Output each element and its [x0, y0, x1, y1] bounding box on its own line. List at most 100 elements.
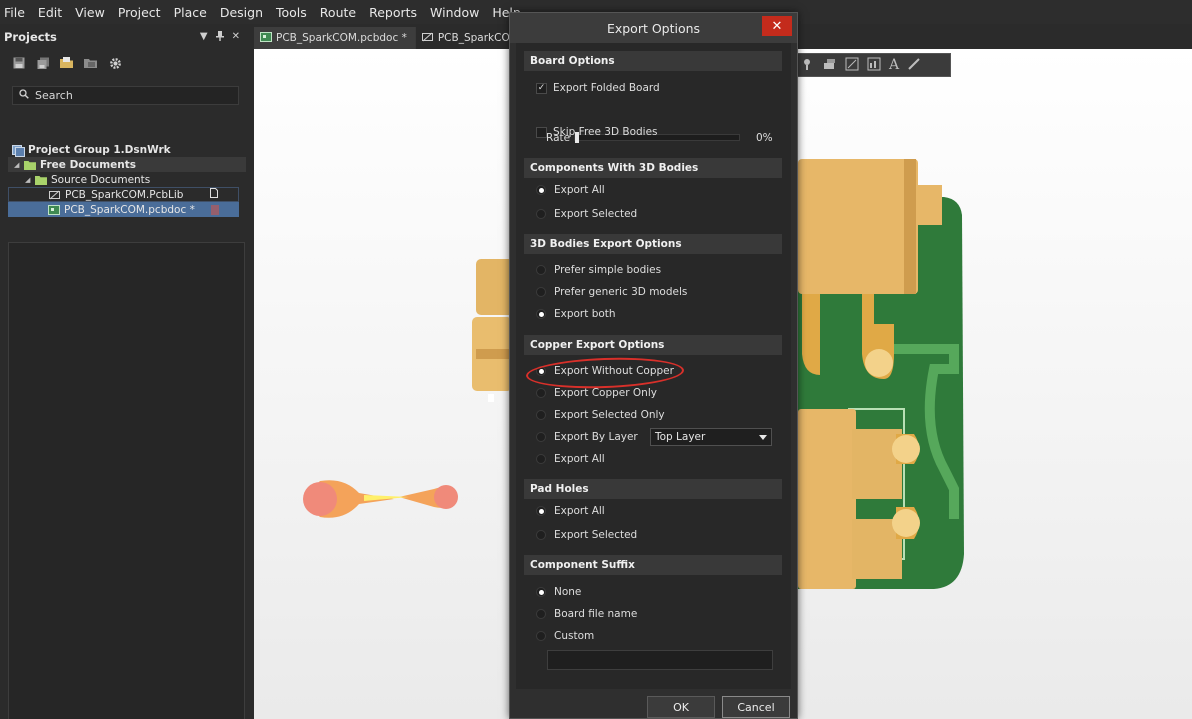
project-tree: Project Group 1.DsnWrk ◢ Free Documents …: [8, 142, 246, 217]
radio-unselected-icon: [536, 265, 546, 275]
radio-unselected-icon: [536, 432, 546, 442]
ok-button[interactable]: OK: [647, 696, 715, 718]
export-selected-only-radio[interactable]: Export Selected Only: [536, 408, 665, 422]
radio-selected-icon: [536, 185, 546, 195]
components-export-selected-radio[interactable]: Export Selected: [536, 207, 637, 221]
left-component: [472, 259, 514, 402]
export-both-radio[interactable]: Export both: [536, 307, 616, 321]
radio-unselected-icon: [536, 287, 546, 297]
rate-value: 0%: [756, 132, 773, 144]
free-documents-label: Free Documents: [40, 158, 137, 171]
pcb-document-icon: [48, 204, 60, 215]
source-documents-label: Source Documents: [51, 173, 151, 186]
suffix-custom-label: Custom: [554, 630, 595, 642]
radio-selected-icon: [536, 309, 546, 319]
components-export-all-label: Export All: [554, 184, 605, 196]
tree-item-free-documents[interactable]: ◢ Free Documents: [8, 157, 246, 172]
pcbdoc-label: PCB_SparkCOM.pcbdoc *: [64, 203, 195, 216]
export-both-label: Export both: [554, 308, 616, 320]
tree-item-pcbdoc[interactable]: PCB_SparkCOM.pcbdoc *: [8, 202, 239, 217]
menu-tools[interactable]: Tools: [276, 5, 307, 20]
custom-suffix-input[interactable]: [547, 650, 773, 670]
chevron-down-icon: [759, 431, 767, 443]
menu-route[interactable]: Route: [320, 5, 356, 20]
menu-window[interactable]: Window: [430, 5, 479, 20]
projects-toolbar: [0, 48, 246, 78]
components-export-all-radio[interactable]: Export All: [536, 183, 605, 197]
search-input[interactable]: Search: [12, 86, 239, 105]
checkbox-unchecked-icon: [536, 126, 547, 138]
checkbox-checked-icon: ✓: [536, 82, 547, 94]
section-board-options: Board Options: [524, 51, 782, 71]
export-selected-only-label: Export Selected Only: [554, 409, 665, 421]
project-group-label: Project Group 1.DsnWrk: [28, 143, 171, 156]
tree-item-pcblib[interactable]: PCB_SparkCOM.PcbLib: [8, 187, 239, 202]
projects-panel-title: Projects: [4, 30, 57, 44]
copper-export-all-label: Export All: [554, 453, 605, 465]
skip-free-3d-bodies-checkbox[interactable]: Skip Free 3D Bodies: [536, 125, 658, 139]
suffix-none-radio[interactable]: None: [536, 585, 581, 599]
radio-unselected-icon: [536, 609, 546, 619]
save-icon[interactable]: [12, 57, 26, 70]
pad-holes-export-all-radio[interactable]: Export All: [536, 504, 605, 518]
menu-reports[interactable]: Reports: [369, 5, 417, 20]
side-connectors: [798, 409, 920, 589]
export-options-dialog: Export Options ✕ Board Options ✓ Export …: [509, 12, 798, 719]
menu-edit[interactable]: Edit: [38, 5, 62, 20]
export-folded-board-label: Export Folded Board: [553, 82, 660, 94]
section-component-suffix: Component Suffix: [524, 555, 782, 575]
layer-select[interactable]: Top Layer: [650, 428, 772, 446]
export-copper-only-label: Export Copper Only: [554, 387, 657, 399]
radio-unselected-icon: [536, 631, 546, 641]
copper-export-all-radio[interactable]: Export All: [536, 452, 605, 466]
close-icon[interactable]: ✕: [232, 31, 240, 44]
radio-selected-icon: [536, 506, 546, 516]
tree-item-source-documents[interactable]: ◢ Source Documents: [8, 172, 246, 187]
export-by-layer-radio[interactable]: Export By Layer: [536, 430, 638, 444]
panel-menu-icon[interactable]: ▼: [200, 31, 208, 44]
projects-panel-header: Projects ▼ ✕: [0, 26, 246, 48]
suffix-board-file-name-radio[interactable]: Board file name: [536, 607, 637, 621]
suffix-board-file-name-label: Board file name: [554, 608, 638, 620]
close-folder-icon[interactable]: [84, 57, 98, 70]
section-pad-holes: Pad Holes: [524, 479, 782, 499]
suffix-custom-radio[interactable]: Custom: [536, 629, 594, 643]
radio-unselected-icon: [536, 530, 546, 540]
menu-file[interactable]: File: [4, 5, 25, 20]
skip-free-3d-bodies-label: Skip Free 3D Bodies: [553, 126, 658, 138]
pcblib-label: PCB_SparkCOM.PcbLib: [65, 188, 184, 201]
menu-place[interactable]: Place: [174, 5, 207, 20]
modified-doc-icon: [211, 204, 219, 215]
open-folder-icon[interactable]: [60, 57, 74, 70]
components-export-selected-label: Export Selected: [554, 208, 638, 220]
cancel-button[interactable]: Cancel: [722, 696, 790, 718]
tree-item-project-group[interactable]: Project Group 1.DsnWrk: [8, 142, 246, 157]
radio-unselected-icon: [536, 410, 546, 420]
close-button[interactable]: ✕: [762, 16, 792, 36]
save-all-icon[interactable]: [36, 57, 50, 70]
settings-gear-icon[interactable]: [108, 57, 122, 70]
menu-project[interactable]: Project: [118, 5, 161, 20]
export-folded-board-checkbox[interactable]: ✓ Export Folded Board: [536, 81, 660, 95]
pcb-library-icon: [421, 32, 434, 45]
prefer-generic-models-radio[interactable]: Prefer generic 3D models: [536, 285, 687, 299]
pcb-library-icon: [49, 190, 61, 200]
menu-design[interactable]: Design: [220, 5, 263, 20]
tab-pcbdoc[interactable]: PCB_SparkCOM.pcbdoc *: [254, 27, 416, 49]
section-3d-bodies-export: 3D Bodies Export Options: [524, 234, 782, 254]
collapse-arrow-icon[interactable]: ◢: [25, 176, 33, 184]
menu-view[interactable]: View: [75, 5, 105, 20]
radio-selected-icon: [536, 587, 546, 597]
layer-select-value: Top Layer: [655, 431, 706, 443]
prefer-simple-bodies-radio[interactable]: Prefer simple bodies: [536, 263, 661, 277]
collapse-arrow-icon[interactable]: ◢: [14, 161, 22, 169]
export-by-layer-label: Export By Layer: [554, 431, 638, 443]
pin-icon[interactable]: [215, 30, 224, 44]
dialog-body: Board Options ✓ Export Folded Board Rate…: [516, 43, 791, 689]
export-copper-only-radio[interactable]: Export Copper Only: [536, 386, 657, 400]
project-group-icon: [12, 144, 25, 157]
section-components-3d-bodies: Components With 3D Bodies: [524, 158, 782, 178]
suffix-none-label: None: [554, 586, 582, 598]
pad-holes-export-selected-radio[interactable]: Export Selected: [536, 528, 637, 542]
prefer-generic-models-label: Prefer generic 3D models: [554, 286, 688, 298]
